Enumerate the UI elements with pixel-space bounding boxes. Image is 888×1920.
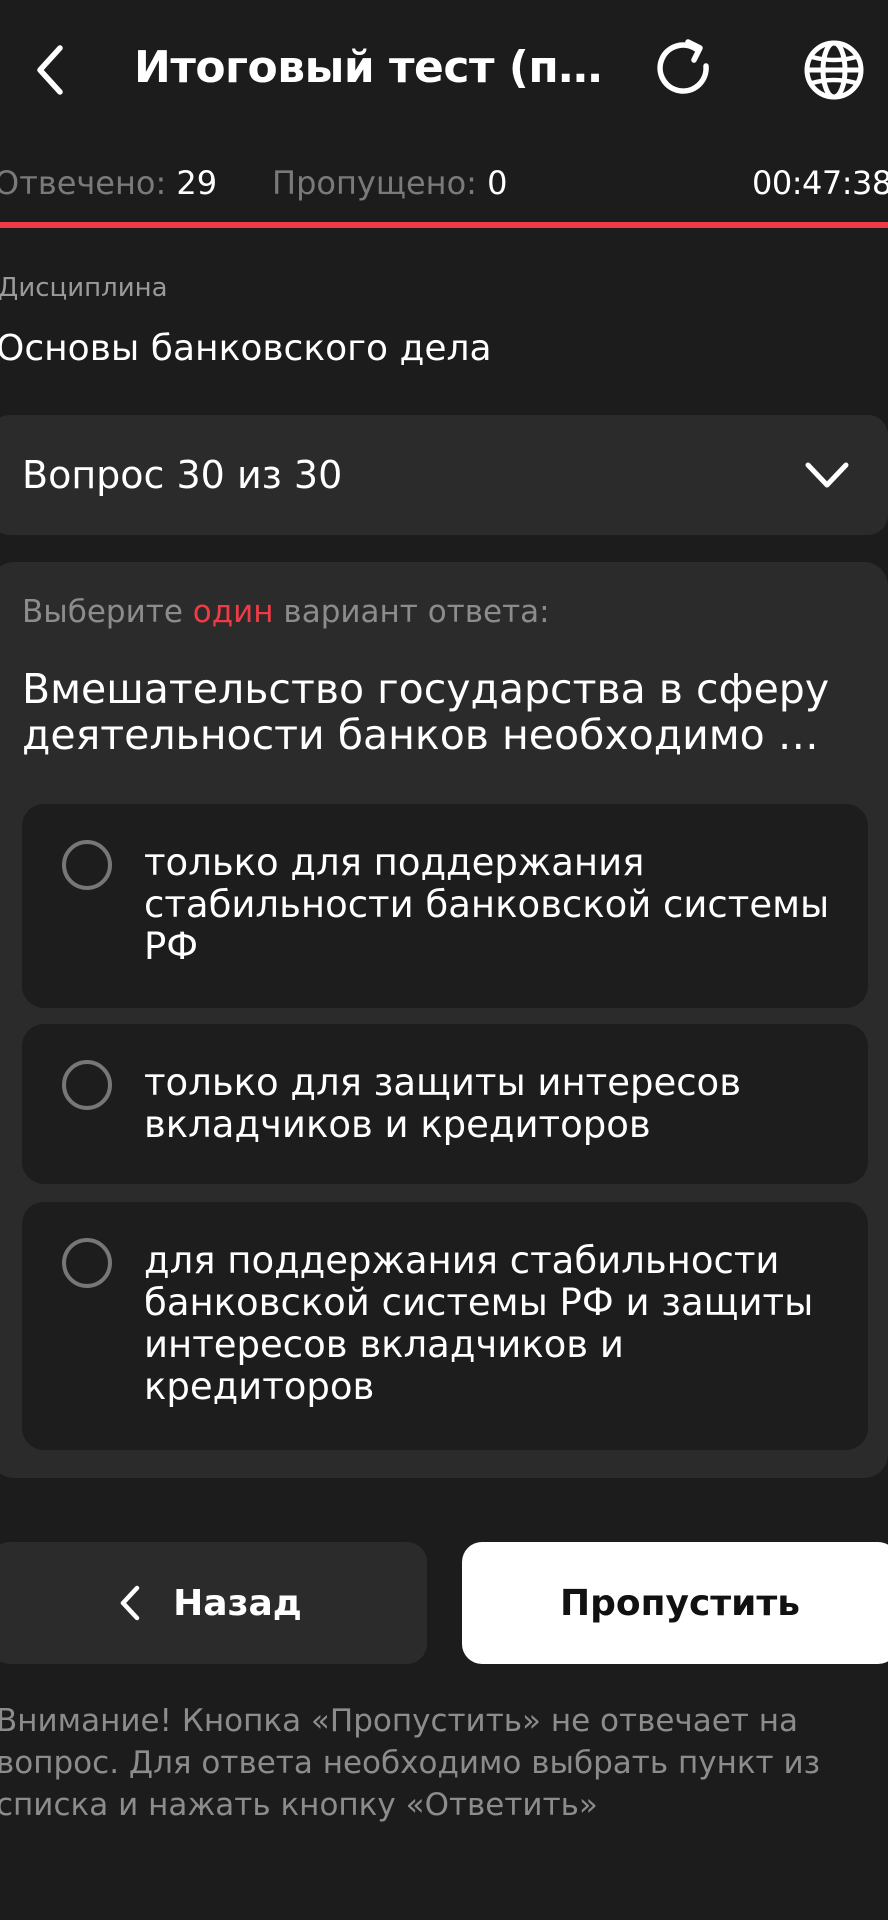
skipped-label: Пропущено: xyxy=(272,164,477,202)
instruction-accent: один xyxy=(192,594,274,630)
language-button[interactable] xyxy=(800,36,868,104)
skip-button[interactable]: Пропустить xyxy=(462,1542,888,1664)
answer-option-label: только для защиты интересов вкладчиков и… xyxy=(144,1061,742,1146)
question-selector-label: Вопрос 30 из 30 xyxy=(22,453,343,497)
back-nav-label: Назад xyxy=(173,1582,302,1624)
instruction-text: Выберите xyxy=(22,594,193,630)
answer-option[interactable]: только для защиты интересов вкладчиков и… xyxy=(22,1024,868,1184)
skipped-stat: Пропущено: 0 xyxy=(272,158,507,208)
page-title: Итоговый тест (пе… xyxy=(134,42,604,93)
answered-stat: Отвечено: 29 xyxy=(0,158,217,208)
answered-value: 29 xyxy=(176,164,218,202)
answered-label: Отвечено: xyxy=(0,164,167,202)
progress-bar xyxy=(0,222,888,228)
back-nav-content: Назад xyxy=(0,1542,427,1664)
skip-notice: Внимание! Кнопка «Пропустить» не отвечае… xyxy=(0,1703,821,1823)
skip-button-label: Пропустить xyxy=(559,1582,801,1624)
header: Итоговый тест (пе… xyxy=(0,0,888,140)
answer-option[interactable]: только для поддержания стабильности банк… xyxy=(22,804,868,1008)
progress-fill xyxy=(0,222,888,228)
skipped-value: 0 xyxy=(487,164,508,202)
radio-button[interactable] xyxy=(62,1238,112,1288)
back-button[interactable] xyxy=(24,38,76,102)
reload-button[interactable] xyxy=(650,36,718,104)
radio-button[interactable] xyxy=(62,840,112,890)
test-stats: Отвечено: 29 Пропущено: 0 00:47:38 xyxy=(0,158,888,208)
radio-button[interactable] xyxy=(62,1060,112,1110)
question-selector[interactable]: Вопрос 30 из 30 xyxy=(0,415,888,535)
chevron-down-icon xyxy=(805,462,849,488)
answer-instruction: Выберите один вариант ответа: xyxy=(22,588,550,636)
question-card: Выберите один вариант ответа: Вмешательс… xyxy=(0,562,888,1478)
back-nav-button[interactable]: Назад xyxy=(0,1542,427,1664)
discipline-value: Основы банковского дела xyxy=(0,328,492,369)
question-text: Вмешательство государства в сферу деятел… xyxy=(22,665,830,759)
globe-icon xyxy=(804,40,864,100)
answer-option-label: для поддержания стабильности банковской … xyxy=(144,1239,814,1408)
discipline-label: Дисциплина xyxy=(0,273,168,303)
reload-icon xyxy=(657,39,709,94)
answer-option[interactable]: для поддержания стабильности банковской … xyxy=(22,1202,868,1450)
timer: 00:47:38 xyxy=(752,164,888,202)
chevron-left-icon xyxy=(120,1585,140,1621)
answer-option-label: только для поддержания стабильности банк… xyxy=(144,841,830,968)
instruction-text-end: вариант ответа: xyxy=(273,594,550,630)
chevron-left-icon xyxy=(37,45,63,95)
